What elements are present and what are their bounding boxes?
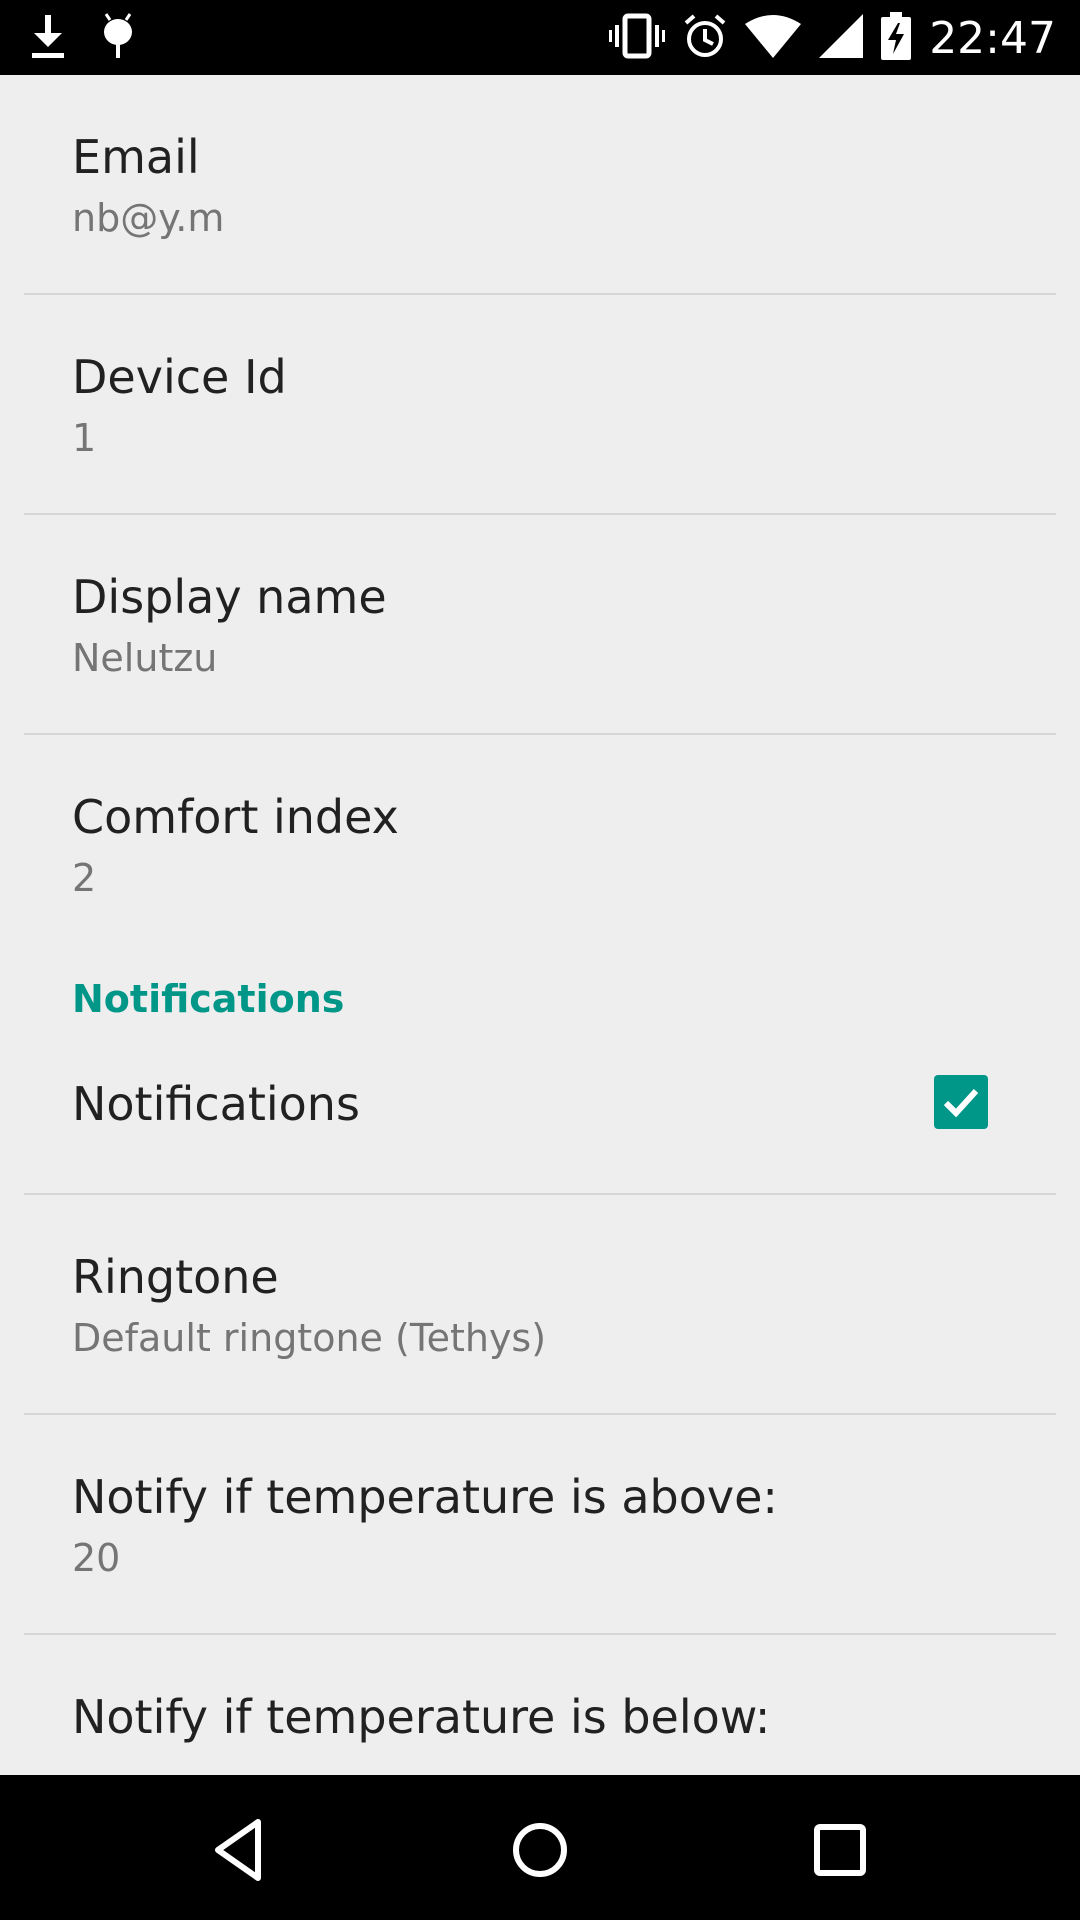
- pref-device-id-title: Device Id: [72, 350, 287, 404]
- status-clock: 22:47: [929, 12, 1056, 64]
- cell-signal-icon: [819, 14, 864, 62]
- checkmark-icon: [943, 1088, 979, 1118]
- home-icon: [513, 1823, 567, 1877]
- battery-charging-icon: [881, 12, 912, 64]
- pref-display-name-summary: Nelutzu: [72, 636, 218, 680]
- alarm-icon: [683, 13, 727, 63]
- android-debug-icon: [100, 12, 136, 64]
- category-notifications: Notifications: [0, 935, 1080, 1035]
- recents-button[interactable]: [800, 1810, 880, 1890]
- category-notifications-title: Notifications: [72, 977, 345, 1021]
- navigation-bar: [0, 1775, 1080, 1920]
- pref-comfort-index-title: Comfort index: [72, 790, 399, 844]
- pref-notifications-title: Notifications: [72, 1077, 360, 1131]
- vibrate-icon: [609, 13, 666, 63]
- download-icon: [30, 13, 66, 63]
- pref-display-name-title: Display name: [72, 570, 387, 624]
- pref-ringtone[interactable]: Ringtone Default ringtone (Tethys): [0, 1195, 1080, 1415]
- pref-temp-above-title: Notify if temperature is above:: [72, 1470, 778, 1524]
- pref-temp-below[interactable]: Notify if temperature is below:: [0, 1635, 1080, 1775]
- pref-email[interactable]: Email nb@y.m: [0, 75, 1080, 295]
- pref-ringtone-title: Ringtone: [72, 1250, 279, 1304]
- pref-email-title: Email: [72, 130, 200, 184]
- recents-icon: [814, 1824, 866, 1876]
- pref-comfort-index-summary: 2: [72, 856, 97, 900]
- pref-temp-below-title: Notify if temperature is below:: [72, 1690, 771, 1744]
- back-button[interactable]: [200, 1810, 280, 1890]
- status-bar-right-icons: 22:47: [609, 8, 1056, 68]
- pref-email-summary: nb@y.m: [72, 196, 225, 240]
- pref-display-name[interactable]: Display name Nelutzu: [0, 515, 1080, 735]
- pref-temp-above-summary: 20: [72, 1536, 121, 1580]
- notifications-checkbox[interactable]: [934, 1075, 988, 1129]
- home-button[interactable]: [500, 1810, 580, 1890]
- pref-device-id-summary: 1: [72, 416, 97, 460]
- pref-device-id[interactable]: Device Id 1: [0, 295, 1080, 515]
- settings-list[interactable]: Email nb@y.m Device Id 1 Display name Ne…: [0, 75, 1080, 1775]
- wifi-icon: [745, 14, 802, 62]
- back-icon: [215, 1819, 261, 1881]
- pref-comfort-index[interactable]: Comfort index 2: [0, 735, 1080, 935]
- status-bar-left-icons: [30, 12, 136, 64]
- pref-temp-above[interactable]: Notify if temperature is above: 20: [0, 1415, 1080, 1635]
- pref-notifications-toggle[interactable]: Notifications: [0, 1035, 1080, 1195]
- status-bar: 22:47: [0, 0, 1080, 75]
- pref-ringtone-summary: Default ringtone (Tethys): [72, 1316, 547, 1360]
